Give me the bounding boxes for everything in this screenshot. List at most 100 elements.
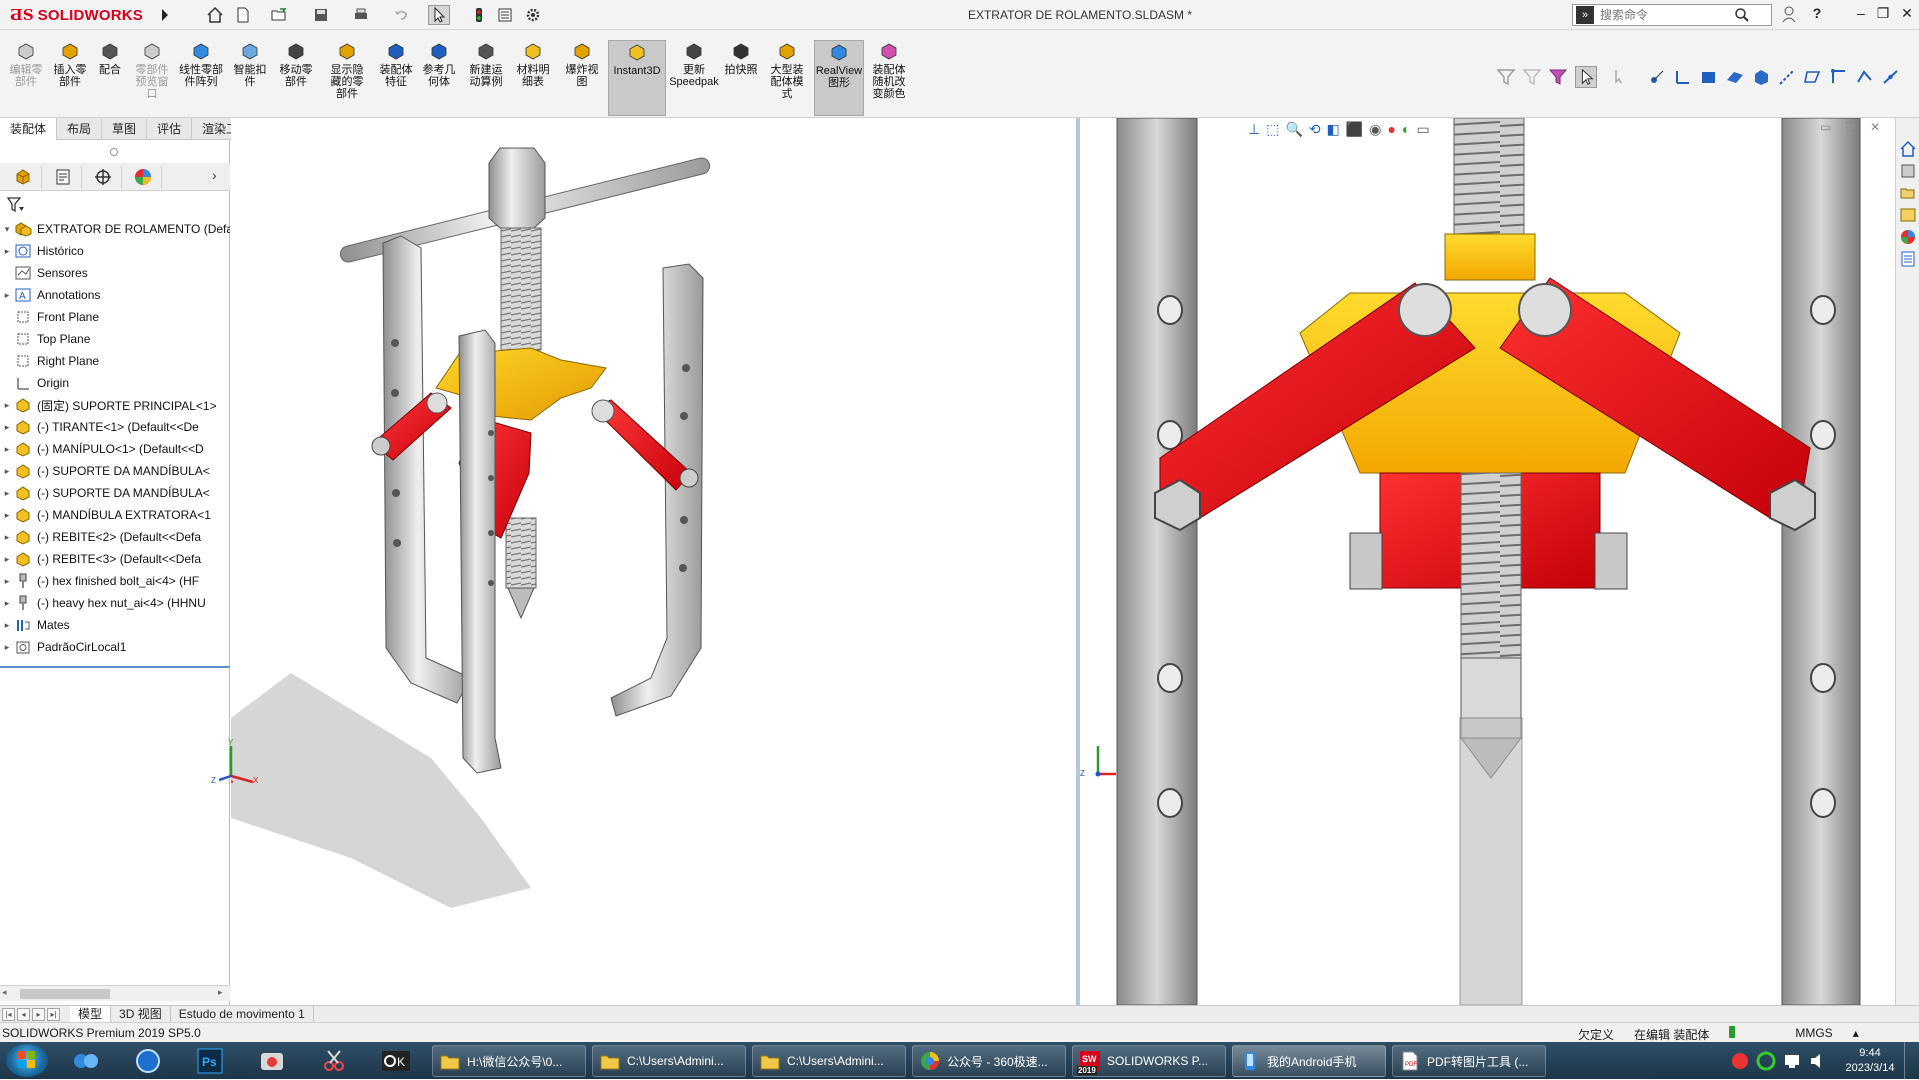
rollback-bar[interactable]: [0, 666, 230, 668]
network-icon[interactable]: [1782, 1051, 1802, 1071]
taskbar-app-2[interactable]: C:\Users\Admini...: [752, 1045, 906, 1077]
ribbon-button-15[interactable]: 拍快照: [722, 40, 760, 116]
tree-item[interactable]: ▸ (-) SUPORTE DA MANDÍBULA<: [0, 482, 230, 504]
tree-item[interactable]: ▸ (-) REBITE<2> (Default<<Defa: [0, 526, 230, 548]
iso-model-view[interactable]: [218, 118, 1076, 1005]
midpoint-icon[interactable]: [1880, 66, 1902, 88]
tree-item[interactable]: Sensores: [0, 262, 230, 284]
ribbon-button-6[interactable]: 移动零 部件: [274, 40, 318, 116]
view-palette-icon[interactable]: [1899, 206, 1917, 224]
filter-faces-icon[interactable]: [1521, 66, 1543, 88]
tree-item[interactable]: Right Plane: [0, 350, 230, 372]
appearance-icon[interactable]: ●: [1388, 121, 1396, 137]
units-caret-icon[interactable]: ▴: [1853, 1026, 1859, 1043]
ribbon-button-7[interactable]: 显示隐 藏的零 部件: [324, 40, 370, 116]
scroll-left-icon[interactable]: ◂: [2, 987, 7, 998]
tree-item[interactable]: Front Plane: [0, 306, 230, 328]
jaw-bar-right[interactable]: [1781, 118, 1861, 1005]
ribbon-button-9[interactable]: 参考几 何体: [418, 40, 460, 116]
axis-triad[interactable]: Y X Z: [201, 738, 261, 788]
zoom-area-icon[interactable]: 🔍: [1285, 121, 1302, 138]
collapse-icon[interactable]: ▾: [0, 224, 14, 235]
front-axis-triad[interactable]: Z: [1080, 738, 1118, 778]
tree-item[interactable]: ▸ (-) REBITE<3> (Default<<Defa: [0, 548, 230, 570]
solidworks-resources-icon[interactable]: [1899, 140, 1917, 158]
tree-item[interactable]: ▸ PadrãoCirLocal1: [0, 636, 230, 658]
tree-item[interactable]: ▸ A Annotations: [0, 284, 230, 306]
tab-command-0[interactable]: 装配体: [0, 118, 58, 140]
show-desktop-button[interactable]: [1904, 1042, 1919, 1079]
expand-icon[interactable]: ▸: [0, 510, 14, 521]
home-icon[interactable]: [204, 5, 226, 25]
tree-item[interactable]: ▸ (-) hex finished bolt_ai<4> (HF: [0, 570, 230, 592]
expand-icon[interactable]: ▸: [0, 598, 14, 609]
ribbon-button-2[interactable]: 配合: [92, 40, 128, 116]
open-file-icon[interactable]: [268, 5, 290, 25]
tab-feature-tree[interactable]: [4, 166, 42, 188]
expand-icon[interactable]: ▸: [0, 576, 14, 587]
vertex-icon[interactable]: [1646, 66, 1668, 88]
tab-command-2[interactable]: 草图: [102, 118, 148, 140]
expand-icon[interactable]: ▸: [0, 246, 14, 257]
browser-pin-icon[interactable]: [124, 1045, 172, 1076]
start-button[interactable]: [6, 1044, 48, 1077]
scroll-thumb[interactable]: [20, 989, 110, 999]
file-properties-icon[interactable]: [494, 5, 516, 25]
photoshop-icon[interactable]: Ps: [186, 1045, 234, 1076]
options-gear-icon[interactable]: [522, 5, 544, 25]
select-icon[interactable]: [428, 5, 450, 25]
tab-command-1[interactable]: 布局: [57, 118, 103, 140]
handle-hex[interactable]: [488, 147, 546, 229]
custom-properties-icon[interactable]: [1899, 250, 1917, 268]
camera-app-icon[interactable]: [248, 1045, 296, 1076]
expand-icon[interactable]: ▸: [0, 400, 14, 411]
tree-root[interactable]: ▾ EXTRATOR DE ROLAMENTO (Defa: [0, 218, 230, 240]
edge-icon[interactable]: [1672, 66, 1694, 88]
tray-app-icon[interactable]: [1730, 1051, 1750, 1071]
jaw-front[interactable]: [458, 329, 502, 774]
tab-property-manager[interactable]: [44, 166, 82, 188]
viewport-close-icon[interactable]: ✕: [1870, 120, 1880, 134]
bottom-tab-1[interactable]: 3D 视图: [111, 1006, 171, 1022]
print-icon[interactable]: [350, 5, 372, 25]
zoom-to-fit-icon[interactable]: ⬚: [1266, 121, 1279, 138]
bottom-tab-0[interactable]: 模型: [70, 1006, 112, 1022]
filter-toggle-icon[interactable]: [1547, 66, 1569, 88]
prev-tab-icon[interactable]: ◂: [17, 1007, 30, 1021]
expand-icon[interactable]: ▸: [0, 642, 14, 653]
expand-icon[interactable]: ▸: [0, 620, 14, 631]
bottom-tab-2[interactable]: Estudo de movimento 1: [171, 1006, 314, 1022]
view-cube-icon[interactable]: ⬛: [1346, 121, 1363, 138]
solid-body-icon[interactable]: [1750, 66, 1772, 88]
scene-icon[interactable]: ◐: [1402, 121, 1410, 137]
search-icon[interactable]: [1734, 7, 1750, 23]
sketch-point-icon[interactable]: [1828, 66, 1850, 88]
tray-360-icon[interactable]: [1756, 1051, 1776, 1071]
ribbon-button-5[interactable]: 智能扣 件: [230, 40, 270, 116]
help-icon[interactable]: ?: [1806, 5, 1828, 25]
expand-icon[interactable]: ▸: [0, 532, 14, 543]
tree-item[interactable]: ▸ (-) MANÍPULO<1> (Default<<D: [0, 438, 230, 460]
panel-collapse-dot[interactable]: [110, 148, 118, 156]
view-settings-icon[interactable]: ▭: [1416, 121, 1429, 138]
taskbar-app-6[interactable]: PDF PDF转图片工具 (...: [1392, 1045, 1546, 1077]
tab-command-3[interactable]: 评估: [147, 118, 193, 140]
next-tab-icon[interactable]: ▸: [32, 1007, 45, 1021]
tree-item[interactable]: ▸ Mates: [0, 614, 230, 636]
ribbon-button-8[interactable]: 装配体 特征: [374, 40, 418, 116]
ribbon-button-4[interactable]: 线性零部 件阵列: [176, 40, 226, 116]
taskbar-app-4[interactable]: SW 2019 SOLIDWORKS P...: [1072, 1045, 1226, 1077]
ribbon-button-18[interactable]: 装配体 随机改 变颜色: [864, 40, 914, 116]
minimize-button[interactable]: –: [1850, 5, 1872, 25]
file-explorer-icon[interactable]: [1899, 184, 1917, 202]
jaw-bar-left[interactable]: [1116, 118, 1198, 1005]
taskbar-app-0[interactable]: H:\微信公众号\0...: [432, 1045, 586, 1077]
tab-configuration-manager[interactable]: [84, 166, 122, 188]
solidworks-logo[interactable]: ƋS SOLIDWORKS: [10, 4, 158, 26]
ribbon-button-3[interactable]: 零部件 预览窗 口: [132, 40, 172, 116]
yellow-nut[interactable]: [1444, 233, 1536, 281]
new-file-icon[interactable]: [232, 5, 254, 25]
hide-show-icon[interactable]: ◉: [1369, 121, 1381, 138]
ribbon-button-16[interactable]: 大型装 配体模 式: [764, 40, 810, 116]
ribbon-button-10[interactable]: 新建运 动算例: [464, 40, 508, 116]
